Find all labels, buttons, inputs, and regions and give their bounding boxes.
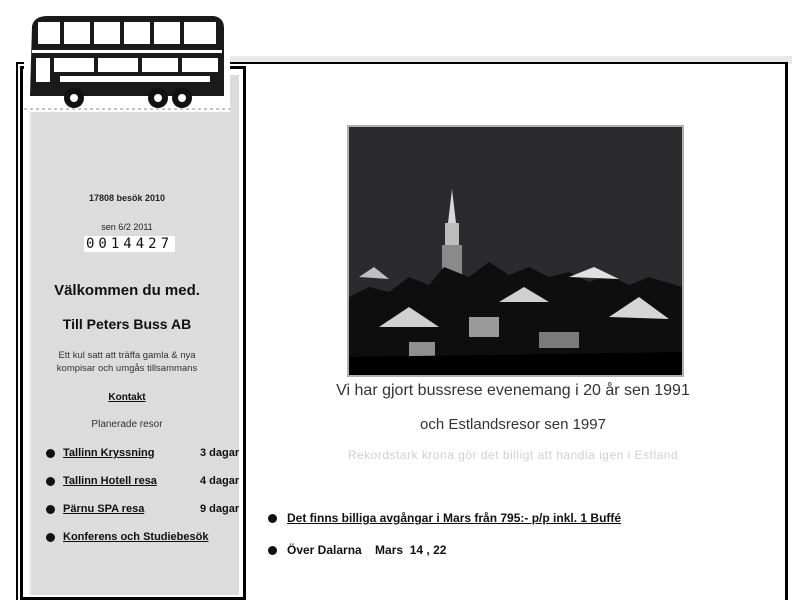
since-date: sen 6/2 2011	[101, 222, 153, 232]
trip-item[interactable]: Tallinn Kryssning 3 dagar	[46, 447, 239, 459]
bullet-icon	[46, 504, 55, 514]
trip-item[interactable]: Tallinn Hotell resa 4 dagar	[46, 475, 239, 487]
visit-count: 17808 besök 2010	[88, 193, 166, 203]
trip-days: 3 dagar	[200, 447, 240, 459]
city-skyline-image	[349, 127, 682, 375]
bullet-icon	[46, 532, 55, 542]
offer-link[interactable]: Det finns billiga avgångar i Mars från 7…	[287, 511, 621, 525]
contact-link[interactable]: Kontakt	[20, 392, 234, 403]
planned-trips-label: Planerade resor	[91, 419, 163, 430]
tagline-2: kompisar och umgås tillsammans	[56, 363, 198, 374]
tallinn-night-photo	[347, 125, 684, 377]
trip-name[interactable]: Konferens och Studiebesök	[63, 531, 208, 543]
offer-item[interactable]: Det finns billiga avgångar i Mars från 7…	[268, 511, 621, 525]
sidebar	[20, 66, 246, 600]
visitor-counter: 0014427	[84, 236, 176, 252]
history-line-1: Vi har gjort bussrese evenemang i 20 år …	[336, 382, 690, 399]
welcome-text: Välkommen du med.	[54, 282, 200, 299]
trip-name[interactable]: Pärnu SPA resa	[63, 503, 144, 515]
trip-name[interactable]: Tallinn Kryssning	[63, 447, 154, 459]
offer-item: Över Dalarna Mars 14 , 22	[268, 543, 446, 557]
bullet-icon	[268, 513, 277, 523]
company-name: Till Peters Buss AB	[62, 316, 192, 332]
offer-text: Över Dalarna Mars 14 , 22	[287, 543, 447, 557]
bullet-icon	[268, 545, 277, 555]
bullet-icon	[46, 448, 55, 458]
bus-image	[24, 12, 230, 112]
trip-item[interactable]: Konferens och Studiebesök	[46, 531, 208, 543]
bullet-icon	[46, 476, 55, 486]
sidebar-panel	[29, 75, 239, 595]
history-line-2: och Estlandsresor sen 1997	[420, 416, 606, 433]
tagline-1: Ett kul satt att träffa gamla & nya	[58, 350, 196, 361]
trip-item[interactable]: Pärnu SPA resa 9 dagar	[46, 503, 239, 515]
trip-days: 9 dagar	[200, 503, 240, 515]
trip-days: 4 dagar	[200, 475, 240, 487]
trip-name[interactable]: Tallinn Hotell resa	[63, 475, 157, 487]
currency-note: Rekordstark krona gör det billigt att ha…	[347, 448, 679, 462]
